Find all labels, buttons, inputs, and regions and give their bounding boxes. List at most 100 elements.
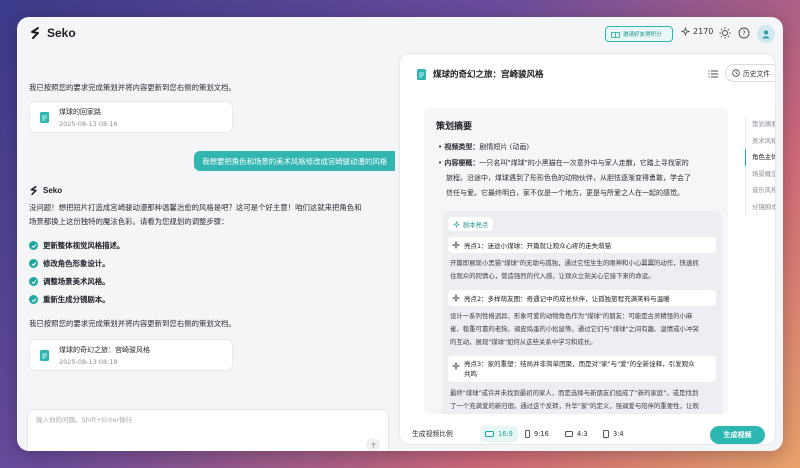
- video-type-value: 剧情短片 (动画): [479, 143, 530, 151]
- portrait-icon: [525, 430, 530, 438]
- ratio-option-9-16[interactable]: 9:16: [520, 426, 554, 442]
- outline-item-summary[interactable]: 策划摘要: [746, 116, 775, 133]
- outline-toggle-icon[interactable]: [708, 69, 719, 79]
- highlight-body-line: 了一个充满爱的新归宿。通过这个反转，升华"家"的定义，强调爱与陪伴的重要性，让观: [450, 402, 699, 410]
- highlight-body-line: 开篇即展现小黑猫"煤球"的无助与孤独，通过它怯生生的眼神和小心翼翼的动作，快速抓: [450, 259, 699, 267]
- synopsis-line-1: 一只名叫"煤球"的小黑猫在一次意外中与家人走散，它踏上寻找家的: [479, 159, 689, 167]
- ratio-option-label: 9:16: [534, 430, 549, 438]
- document-panel-title: 煤球的奇幻之旅：宫崎骏风格: [433, 70, 544, 80]
- highlight-heading: 亮点2：多样萌友图：奇遇记中的成长伙伴，让孤独旅程充满笑料与温暖: [448, 290, 716, 306]
- send-button[interactable]: [366, 438, 380, 451]
- plan-step-label: 更新整体视觉风格描述。: [43, 241, 125, 250]
- sparkle-icon: [452, 362, 460, 370]
- user-avatar[interactable]: [757, 25, 775, 43]
- highlights-box: 剧本亮点 亮点1：迷途小煤球：开篇就让观众心疼的走失萌猫 开篇即展现小黑猫"煤球…: [442, 211, 722, 414]
- document-panel: 煤球的奇幻之旅：宫崎骏风格 历史文件 策划摘要 • 视频类型：剧情短片 (动画)…: [399, 53, 776, 445]
- check-icon: [29, 241, 38, 250]
- check-icon: [29, 295, 38, 304]
- history-files-label: 历史文件: [743, 70, 771, 78]
- user-icon: [762, 30, 770, 39]
- plan-step: 更新整体视觉风格描述。: [29, 240, 124, 251]
- document-date: 2025-08-13 08:16: [59, 120, 118, 128]
- document-card[interactable]: 煤球的奇幻之旅：宫崎骏风格 2025-08-13 08:18: [29, 339, 233, 371]
- generate-video-label: 生成视频: [723, 431, 752, 439]
- points-value: 2170: [693, 27, 714, 36]
- chat-panel: 我已按照您的要求完成策划并将内容更新到您右侧的策划文档。 煤球的回家路 2025…: [17, 51, 395, 451]
- document-icon: [40, 350, 49, 361]
- document-date: 2025-08-13 08:18: [59, 358, 118, 366]
- document-icon: [40, 112, 49, 123]
- plan-step-label: 修改角色形象设计。: [43, 259, 110, 268]
- sparkle-icon: [452, 294, 460, 302]
- ratio-option-3-4[interactable]: 3:4: [598, 426, 629, 442]
- invite-friends-button[interactable]: 邀请好友得积分: [605, 26, 673, 42]
- check-icon: [29, 277, 38, 286]
- app-name: Seko: [47, 26, 76, 40]
- synopsis-bullet: • 内容梗概：一只名叫"煤球"的小黑猫在一次意外中与家人走散，它踏上寻找家的: [438, 159, 689, 167]
- help-icon[interactable]: ?: [738, 27, 750, 39]
- chat-input[interactable]: [36, 416, 336, 424]
- generate-video-button[interactable]: 生成视频: [710, 426, 765, 444]
- top-bar: Seko 邀请好友得积分 2170 ?: [17, 17, 783, 51]
- outline-item-characters[interactable]: 角色主体: [745, 149, 775, 166]
- generate-bar: 生成视频比例 16:9 9:16 4:3 3:4 生成视频: [400, 420, 775, 444]
- history-icon: [732, 69, 740, 77]
- highlights-tag: 剧本亮点: [448, 217, 494, 231]
- seko-logo-icon: [30, 185, 37, 196]
- portrait-icon: [603, 430, 609, 438]
- highlights-tag-label: 剧本亮点: [463, 221, 489, 229]
- history-files-button[interactable]: 历史文件: [725, 64, 775, 82]
- theme-toggle-icon[interactable]: [719, 27, 731, 39]
- highlight-heading-text: 亮点3：家的重塑：结局并非简单团聚，而是对"家"与"爱"的全新诠释，引发观众: [464, 360, 695, 368]
- highlight-heading-text: 亮点2：多样萌友图：奇遇记中的成长伙伴，让孤独旅程充满笑料与温暖: [464, 295, 670, 303]
- document-card[interactable]: 煤球的回家路 2025-08-13 08:16: [29, 101, 233, 133]
- user-message: 我想要把角色和场景的美术风格修改成宫崎骏动漫的风格: [194, 151, 395, 171]
- document-title: 煤球的奇幻之旅：宫崎骏风格: [59, 346, 150, 354]
- assistant-message: 我已按照您的要求完成策划并将内容更新到您右侧的策划文档。: [29, 83, 236, 92]
- gift-icon: [611, 32, 620, 38]
- landscape-icon: [485, 431, 494, 437]
- landscape-icon: [565, 431, 573, 437]
- video-type-label: 视频类型：: [444, 143, 480, 151]
- plan-step: 重新生成分镜剧本。: [29, 294, 110, 305]
- outline-item-music[interactable]: 音乐风格: [746, 182, 775, 199]
- assistant-reply-line-1: 没问题！想把短片打造成宫崎骏动漫那种温馨治愈的风格是吧？这可是个好主意！咱们这就…: [29, 203, 362, 212]
- plan-step: 修改角色形象设计。: [29, 258, 110, 269]
- svg-text:?: ?: [742, 30, 746, 38]
- highlight-body-line: 雀、稳重可靠的老狗、调皮捣蛋的小松鼠等。通过它们与"煤球"之间有趣、温情或小冲突: [450, 325, 699, 333]
- ratio-option-16-9[interactable]: 16:9: [480, 426, 518, 442]
- highlight-body-line: 最终"煤球"或许并未找到最初的家人，而是选择与新朋友们组成了"新的家庭"，或是找…: [450, 389, 699, 397]
- points-display[interactable]: 2170: [681, 27, 713, 36]
- outline-item-scenes[interactable]: 场景概念: [746, 166, 775, 183]
- highlight-heading: 亮点1：迷途小煤球：开篇就让观众心疼的走失萌猫: [448, 237, 716, 253]
- highlight-heading-text: 亮点1：迷途小煤球：开篇就让观众心疼的走失萌猫: [464, 242, 612, 250]
- invite-label: 邀请好友得积分: [623, 32, 662, 38]
- plan-step-label: 重新生成分镜剧本。: [43, 295, 110, 304]
- user-message-text: 我想要把角色和场景的美术风格修改成宫崎骏动漫的风格: [202, 156, 387, 166]
- seko-logo-icon: [31, 27, 39, 39]
- outline-item-storyboard[interactable]: 分镜剧本: [746, 199, 775, 216]
- ratio-option-label: 3:4: [613, 430, 624, 438]
- ratio-option-label: 4:3: [577, 430, 588, 438]
- assistant-reply-line-2: 场景都换上这份独特的魔法色彩。请看为您规划的调整步骤：: [29, 217, 229, 226]
- highlight-heading-text-cont: 共鸣: [464, 370, 477, 378]
- ratio-label: 生成视频比例: [412, 430, 453, 438]
- app-window: Seko 邀请好友得积分 2170 ? 我已按照您的要求完成策划并将内容更新到您…: [17, 17, 783, 451]
- assistant-name: Seko: [43, 186, 63, 195]
- ratio-option-4-3[interactable]: 4:3: [560, 426, 593, 442]
- synopsis-label: 内容梗概：: [444, 159, 480, 167]
- assistant-header: Seko: [29, 185, 62, 196]
- video-type-bullet: • 视频类型：剧情短片 (动画): [438, 143, 530, 151]
- plan-step: 调整场景美术风格。: [29, 276, 110, 287]
- plan-step-label: 调整场景美术风格。: [43, 277, 110, 286]
- chat-input-box: [27, 409, 389, 451]
- section-title: 策划摘要: [436, 122, 473, 132]
- document-outline: 策划摘要 美术风格 角色主体 场景概念 音乐风格 分镜剧本: [745, 116, 775, 216]
- sparkle-icon: [453, 220, 460, 228]
- check-icon: [29, 259, 38, 268]
- outline-item-art-style[interactable]: 美术风格: [746, 133, 775, 150]
- app-logo[interactable]: Seko: [29, 26, 76, 40]
- highlight-heading: 亮点3：家的重塑：结局并非简单团聚，而是对"家"与"爱"的全新诠释，引发观众 共…: [448, 356, 716, 382]
- highlight-body-line: 的互动，展现"煤球"如何从这些关系中学习和成长。: [450, 338, 597, 346]
- highlight-body-line: 设计一系列性格迥异、形象可爱的动物角色作为"煤球"的朋友：可能是古灵精怪的小麻: [450, 312, 693, 320]
